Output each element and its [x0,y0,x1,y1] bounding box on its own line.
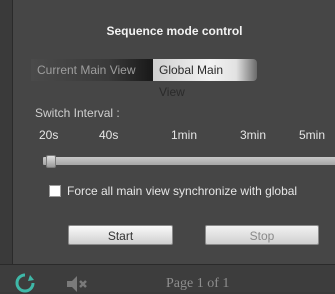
stop-button[interactable]: Stop [205,225,319,245]
start-button[interactable]: Start [68,225,173,245]
interval-slider-thumb[interactable] [46,155,56,168]
switch-interval-label: Switch Interval : [35,106,120,120]
tick-label: 1min [171,128,198,142]
tab-current-main-view[interactable]: Current Main View [31,59,159,81]
footer-bar: Page 1 of 1 [0,264,335,293]
dialog-title: Sequence mode control [106,24,243,38]
tick-label: 5min [299,128,326,142]
force-sync-checkbox[interactable] [49,185,61,197]
mute-icon[interactable] [66,275,88,293]
tick-label: 40s [99,128,119,142]
tick-label: 3min [240,128,267,142]
tab-global-main-view[interactable]: Global Main View [153,59,257,99]
page-indicator: Page 1 of 1 [166,276,230,291]
force-sync-label: Force all main view synchronize with glo… [67,184,298,198]
tick-label: 20s [39,128,59,142]
sequence-mode-dialog: Sequence mode control Current Main View … [12,0,335,264]
interval-slider-track[interactable] [43,157,335,165]
